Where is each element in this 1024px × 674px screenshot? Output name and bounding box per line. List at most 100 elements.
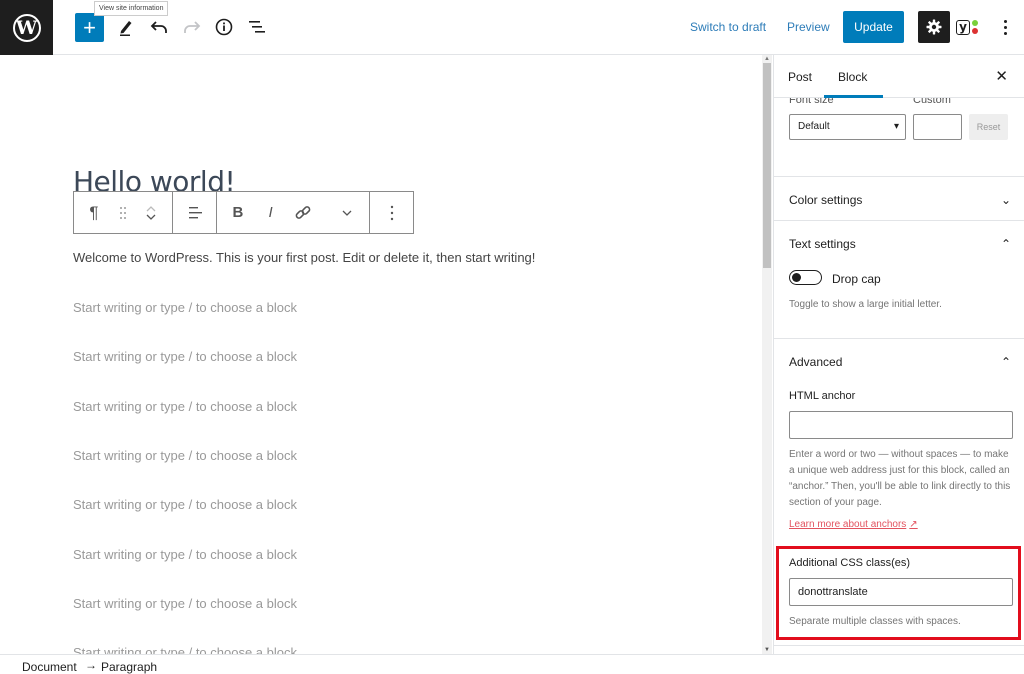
divider — [774, 645, 1024, 646]
breadcrumb-document[interactable]: Document — [22, 660, 77, 674]
move-block-buttons[interactable] — [132, 192, 170, 233]
empty-block-placeholder[interactable]: Start writing or type / to choose a bloc… — [73, 349, 297, 364]
empty-block-placeholder[interactable]: Start writing or type / to choose a bloc… — [73, 399, 297, 414]
divider — [774, 338, 1024, 339]
drop-cap-help: Toggle to show a large initial letter. — [789, 299, 942, 310]
advanced-title: Advanced — [789, 355, 843, 369]
font-size-select[interactable]: Default ▾ — [789, 114, 906, 140]
settings-sidebar: Font size Custom Default ▾ Reset Color s… — [773, 55, 1024, 654]
block-options-button[interactable] — [370, 192, 413, 233]
align-button[interactable] — [173, 192, 216, 233]
scrollbar-thumb[interactable] — [763, 63, 771, 268]
undo-button[interactable] — [145, 12, 173, 42]
paragraph-block[interactable]: Welcome to WordPress. This is your first… — [73, 250, 535, 265]
list-view-button[interactable] — [243, 12, 271, 42]
scroll-down-arrow-icon[interactable]: ▼ — [764, 647, 770, 653]
font-size-value: Default — [798, 121, 830, 132]
chevron-down-icon — [342, 210, 352, 216]
gear-icon — [926, 19, 942, 35]
toggle-knob — [792, 273, 801, 282]
more-vertical-icon — [390, 205, 393, 220]
drop-cap-label: Drop cap — [832, 272, 881, 286]
info-button[interactable] — [210, 12, 238, 42]
empty-block-placeholder[interactable]: Start writing or type / to choose a bloc… — [73, 448, 297, 463]
block-options-group — [370, 192, 413, 233]
bold-button[interactable]: B — [217, 192, 259, 233]
empty-block-placeholder[interactable]: Start writing or type / to choose a bloc… — [73, 547, 297, 562]
editor-scrollbar[interactable]: ▲ ▼ — [762, 55, 772, 654]
block-toolbar: ¶ B I — [73, 191, 414, 234]
drag-handle[interactable] — [114, 192, 132, 233]
link-button[interactable] — [283, 192, 325, 233]
advanced-toggle[interactable]: Advanced ⌃ — [789, 355, 1011, 369]
update-button[interactable]: Update — [843, 11, 904, 43]
more-rich-text-controls[interactable] — [324, 192, 369, 233]
block-switcher-group: ¶ — [74, 192, 173, 233]
block-breadcrumb: Document → Paragraph — [0, 654, 1024, 674]
paragraph-icon: ¶ — [89, 202, 99, 222]
seo-score-dot — [972, 28, 978, 34]
dot — [1003, 19, 1007, 23]
sidebar-tabs: Post Block ✕ — [774, 55, 1024, 98]
html-anchor-help: Enter a word or two — without spaces — t… — [789, 449, 1011, 508]
learn-more-text: Learn more about anchors — [789, 519, 907, 530]
scroll-up-arrow-icon[interactable]: ▲ — [764, 56, 770, 62]
yoast-seo-button[interactable]: y — [956, 14, 986, 40]
chevron-down-icon: ⌄ — [1000, 193, 1011, 207]
tab-post[interactable]: Post — [788, 70, 812, 84]
breadcrumb-paragraph[interactable]: Paragraph — [101, 660, 157, 674]
move-up-icon — [146, 205, 156, 211]
close-sidebar-button[interactable]: ✕ — [995, 67, 1008, 85]
divider — [774, 220, 1024, 221]
yoast-icon: y — [956, 19, 970, 35]
drop-cap-toggle[interactable] — [789, 270, 822, 285]
more-options-button[interactable] — [998, 14, 1012, 40]
info-icon — [215, 18, 233, 36]
wordpress-logo-button[interactable]: W — [0, 0, 53, 55]
align-left-icon — [188, 206, 202, 218]
redo-button[interactable] — [178, 12, 206, 42]
chevron-up-icon: ⌃ — [1000, 355, 1011, 369]
html-anchor-input[interactable] — [789, 411, 1013, 439]
link-icon — [296, 205, 311, 219]
pencil-icon — [120, 21, 132, 36]
text-settings-toggle[interactable]: Text settings ⌃ — [789, 237, 1011, 251]
bold-icon: B — [232, 204, 244, 221]
switch-to-draft-button[interactable]: Switch to draft — [690, 20, 766, 34]
close-icon: ✕ — [995, 68, 1008, 85]
preview-button[interactable]: Preview — [787, 20, 830, 34]
wordpress-logo-icon: W — [12, 13, 41, 42]
empty-block-placeholder[interactable]: Start writing or type / to choose a bloc… — [73, 596, 297, 611]
dot — [1003, 31, 1007, 35]
highlight-annotation-box — [776, 546, 1021, 640]
reset-font-size-button[interactable]: Reset — [969, 114, 1008, 140]
text-settings-title: Text settings — [789, 237, 856, 251]
editor-header: W + View site information Switch to draf… — [0, 0, 1024, 55]
drag-handle-icon — [120, 206, 126, 219]
paragraph-block-switcher[interactable]: ¶ — [74, 192, 114, 233]
redo-icon — [184, 21, 201, 33]
add-block-button[interactable]: + — [75, 13, 104, 42]
learn-more-anchors-link[interactable]: Learn more about anchors ↗ — [789, 519, 918, 530]
tooltip: View site information — [94, 1, 169, 16]
divider — [774, 176, 1024, 177]
custom-font-size-input[interactable] — [913, 114, 962, 140]
color-settings-title: Color settings — [789, 193, 863, 207]
settings-button[interactable] — [918, 11, 950, 43]
tools-button[interactable] — [112, 12, 140, 42]
list-view-icon — [249, 21, 265, 33]
plus-icon: + — [83, 14, 96, 40]
external-link-icon: ↗ — [909, 519, 918, 530]
empty-block-placeholder[interactable]: Start writing or type / to choose a bloc… — [73, 497, 297, 512]
editor-canvas: Hello world! ¶ B I Welcome to WordPress.… — [0, 55, 760, 654]
italic-button[interactable]: I — [259, 192, 283, 233]
breadcrumb-arrow-icon: → — [85, 658, 97, 672]
readability-score-dot — [972, 20, 978, 26]
empty-block-placeholder[interactable]: Start writing or type / to choose a bloc… — [73, 645, 297, 654]
color-settings-toggle[interactable]: Color settings ⌄ — [789, 193, 1011, 207]
move-down-icon — [146, 214, 156, 220]
formatting-group: B I — [217, 192, 370, 233]
yoast-score-indicators — [972, 20, 978, 34]
tab-block[interactable]: Block — [823, 70, 884, 98]
empty-block-placeholder[interactable]: Start writing or type / to choose a bloc… — [73, 300, 297, 315]
